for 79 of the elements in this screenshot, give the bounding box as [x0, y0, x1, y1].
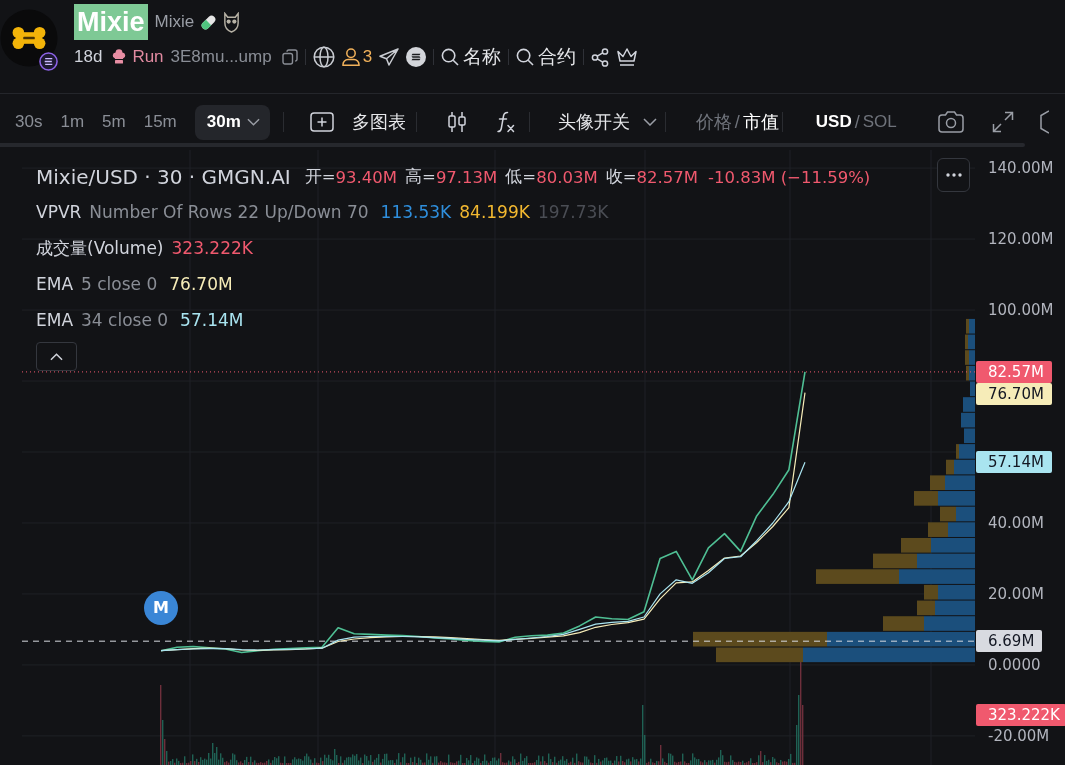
- axis-label: 140.00M: [988, 159, 1054, 178]
- status-label: Run: [132, 47, 164, 67]
- axis-label: 20.00M: [988, 584, 1044, 603]
- axis-label: 100.00M: [988, 301, 1054, 320]
- indicator-value: 113.53K: [380, 202, 452, 222]
- indicator-name: VPVR: [36, 202, 82, 222]
- currency-option[interactable]: USD: [815, 112, 852, 132]
- ohlc-label: 收=: [605, 166, 637, 188]
- caret-icon: [642, 118, 657, 126]
- indicator-name: 成交量(Volume): [36, 236, 164, 260]
- globe-icon[interactable]: [312, 46, 335, 68]
- chevron-up-icon: [50, 352, 63, 361]
- axis-label: -20.00M: [988, 726, 1050, 745]
- token-title: Mixie: [74, 4, 148, 40]
- volume-badge: 323.222K: [976, 704, 1065, 726]
- token-name: Mixie: [154, 12, 195, 32]
- more-button[interactable]: [937, 158, 970, 192]
- indicator-params: 34 close 0: [81, 310, 169, 330]
- ellipsis-icon: [945, 173, 962, 177]
- search-button[interactable]: 名称: [441, 44, 502, 70]
- ohlc-value: 97.13M: [435, 167, 498, 187]
- axis-label: 120.00M: [988, 230, 1054, 249]
- copy-icon[interactable]: [281, 49, 298, 65]
- share-icon[interactable]: [591, 47, 610, 67]
- ohlc-label: 低=: [505, 166, 537, 188]
- search-button[interactable]: 合约: [516, 44, 577, 70]
- currency-option[interactable]: SOL: [862, 112, 897, 132]
- price-mode-option[interactable]: 价格: [695, 110, 732, 134]
- interval-tab[interactable]: 1m: [60, 104, 85, 140]
- indicator-value: 57.14M: [180, 310, 244, 330]
- function-icon[interactable]: [494, 111, 515, 133]
- ohlc-value: 80.03M: [536, 167, 598, 187]
- indicator-name: EMA: [36, 274, 74, 294]
- interval-tab[interactable]: 15m: [143, 104, 177, 140]
- price-badge: 76.70M: [976, 382, 1052, 405]
- indicator-value: 323.222K: [171, 238, 253, 258]
- axis-label: 0.0000: [988, 655, 1041, 674]
- camera-icon[interactable]: [936, 110, 965, 134]
- contract-address[interactable]: 3E8mu...ump: [170, 47, 272, 67]
- multi-chart-button[interactable]: 多图表: [309, 110, 406, 134]
- ohlc-value: 82.57M: [636, 167, 698, 187]
- search-icon: [516, 48, 535, 66]
- event-marker[interactable]: M: [144, 590, 178, 625]
- token-age: 18d: [74, 47, 103, 67]
- candlestick-icon[interactable]: [445, 111, 468, 133]
- symbol-title: Mixie/USD · 30 · GMGN.AI: [36, 165, 291, 189]
- holders-button[interactable]: 3: [341, 47, 373, 67]
- indicator-value: 197.73K: [537, 202, 609, 222]
- paper-plane-icon[interactable]: [379, 48, 400, 66]
- search-icon: [441, 48, 460, 66]
- striped-coin-icon[interactable]: [406, 47, 427, 67]
- chef-hat-icon: [111, 49, 128, 65]
- indicator-value: 84.199K: [459, 202, 530, 222]
- caret-icon: [246, 118, 260, 126]
- ohlc-label: 高=: [405, 166, 436, 188]
- axis-label: 40.00M: [988, 513, 1044, 532]
- user-icon: [341, 48, 360, 66]
- ohlc-label: 开=: [304, 166, 336, 188]
- interval-tab[interactable]: 30s: [15, 104, 43, 140]
- interval-tab[interactable]: 30m: [194, 104, 270, 140]
- price-badge: 57.14M: [976, 451, 1052, 474]
- change-value: -10.83M (−11.59%): [708, 167, 871, 187]
- ohlc-value: 93.40M: [335, 167, 398, 187]
- avatar-toggle-dropdown[interactable]: 头像开关: [557, 110, 657, 134]
- indicator-params: Number Of Rows 22 Up/Down 70: [89, 202, 369, 222]
- price-mode-option[interactable]: 市值: [742, 110, 779, 134]
- separator: /: [734, 111, 740, 133]
- price-badge: 82.57M: [976, 360, 1052, 383]
- indicator-value: 76.70M: [169, 274, 233, 294]
- interval-tab[interactable]: 5m: [102, 104, 126, 140]
- indicator-params: 5 close 0: [81, 274, 158, 294]
- expand-icon[interactable]: [991, 111, 1014, 133]
- stripes-badge-icon: [39, 52, 58, 71]
- price-badge: 6.69M: [976, 630, 1043, 653]
- separator: /: [854, 111, 860, 133]
- crown-icon[interactable]: [616, 47, 639, 67]
- owl-icon: [222, 11, 242, 33]
- indicator-name: EMA: [36, 310, 74, 330]
- plus-square-icon: [309, 112, 334, 132]
